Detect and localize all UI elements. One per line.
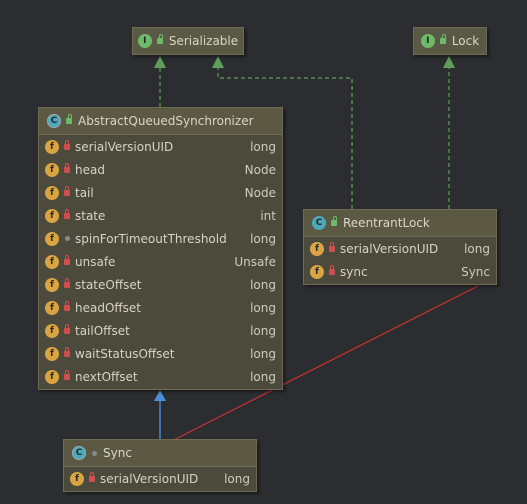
field-icon: f (45, 231, 59, 246)
reentrantlock-class[interactable]: C ReentrantLock f serialVersionUID long f… (303, 209, 497, 285)
field-name: tail (75, 185, 94, 200)
field-name: head (75, 162, 105, 177)
field-row[interactable]: f waitStatusOffset long (39, 342, 282, 365)
field-icon: f (70, 471, 84, 486)
field-icon: f (45, 346, 59, 361)
sync-class[interactable]: C Sync f serialVersionUID long (63, 439, 257, 492)
field-icon: f (45, 139, 59, 154)
field-icon: f (45, 277, 59, 292)
field-name: serialVersionUID (100, 471, 199, 486)
interface-icon: I (137, 34, 152, 48)
field-type: Node (244, 162, 276, 177)
private-icon (64, 300, 70, 311)
field-row[interactable]: f sync Sync (304, 260, 496, 283)
package-private-icon (92, 450, 97, 456)
public-icon (439, 34, 446, 44)
field-icon: f (45, 369, 59, 384)
private-icon (64, 277, 70, 288)
private-icon (64, 346, 70, 357)
field-icon: f (310, 241, 324, 256)
field-type: long (250, 369, 276, 384)
private-icon (64, 208, 70, 219)
field-name: stateOffset (75, 277, 142, 292)
field-icon: f (310, 264, 324, 279)
private-icon (64, 185, 70, 196)
field-name: unsafe (75, 254, 116, 269)
field-type: long (250, 277, 276, 292)
field-row[interactable]: f tailOffset long (39, 319, 282, 342)
field-name: sync (340, 264, 368, 279)
field-type: long (250, 323, 276, 338)
private-icon (329, 241, 335, 252)
public-icon (331, 216, 337, 226)
class-name: ReentrantLock (343, 216, 430, 230)
field-row[interactable]: f tail Node (39, 181, 282, 204)
aqs-class[interactable]: C AbstractQueuedSynchronizer f serialVer… (38, 107, 283, 390)
private-icon (64, 254, 70, 265)
field-icon: f (45, 254, 59, 269)
field-row[interactable]: f spinForTimeoutThreshold long (39, 227, 282, 250)
field-type: long (250, 300, 276, 315)
field-row[interactable]: f stateOffset long (39, 273, 282, 296)
package-private-icon (65, 236, 70, 241)
field-type: long (464, 241, 490, 256)
field-row[interactable]: f head Node (39, 158, 282, 181)
field-type: long (224, 471, 250, 486)
field-row[interactable]: f serialVersionUID long (304, 237, 496, 260)
public-icon (156, 34, 163, 44)
abstract-class-icon: C (72, 446, 86, 460)
field-type: long (250, 346, 276, 361)
field-icon: f (45, 185, 59, 200)
field-type: int (260, 208, 276, 223)
field-name: state (75, 208, 106, 223)
field-name: tailOffset (75, 323, 130, 338)
interface-name: Lock (451, 34, 480, 48)
edge-aqs-implements-serializable (154, 56, 166, 107)
field-row[interactable]: f unsafe Unsafe (39, 250, 282, 273)
class-icon: C (312, 216, 326, 230)
field-type: long (250, 139, 276, 154)
field-row[interactable]: f serialVersionUID long (64, 467, 256, 490)
class-name: AbstractQueuedSynchronizer (78, 114, 254, 128)
field-type: Unsafe (234, 254, 276, 269)
field-icon: f (45, 162, 59, 177)
field-name: nextOffset (75, 369, 138, 384)
field-type: Sync (461, 264, 490, 279)
private-icon (64, 162, 70, 173)
field-type: long (250, 231, 276, 246)
interface-name: Serializable (168, 34, 239, 48)
private-icon (329, 264, 335, 275)
field-row[interactable]: f headOffset long (39, 296, 282, 319)
field-name: serialVersionUID (340, 241, 439, 256)
abstract-class-icon: C (47, 114, 61, 128)
field-name: headOffset (75, 300, 142, 315)
edge-sync-extends-aqs (154, 390, 166, 439)
edge-reentrantlock-implements-lock (443, 56, 455, 209)
private-icon (64, 323, 70, 334)
private-icon (89, 471, 95, 482)
field-name: spinForTimeoutThreshold (75, 231, 227, 246)
field-type: Node (244, 185, 276, 200)
public-icon (66, 114, 72, 124)
lock-interface[interactable]: I Lock (413, 27, 487, 55)
field-icon: f (45, 323, 59, 338)
private-icon (64, 139, 70, 150)
private-icon (64, 369, 70, 380)
class-name: Sync (103, 446, 132, 460)
field-row[interactable]: f nextOffset long (39, 365, 282, 388)
field-row[interactable]: f serialVersionUID long (39, 135, 282, 158)
field-name: waitStatusOffset (75, 346, 175, 361)
serializable-interface[interactable]: I Serializable (132, 27, 244, 55)
field-icon: f (45, 208, 59, 223)
field-row[interactable]: f state int (39, 204, 282, 227)
interface-icon: I (420, 34, 435, 48)
field-icon: f (45, 300, 59, 315)
field-name: serialVersionUID (75, 139, 174, 154)
